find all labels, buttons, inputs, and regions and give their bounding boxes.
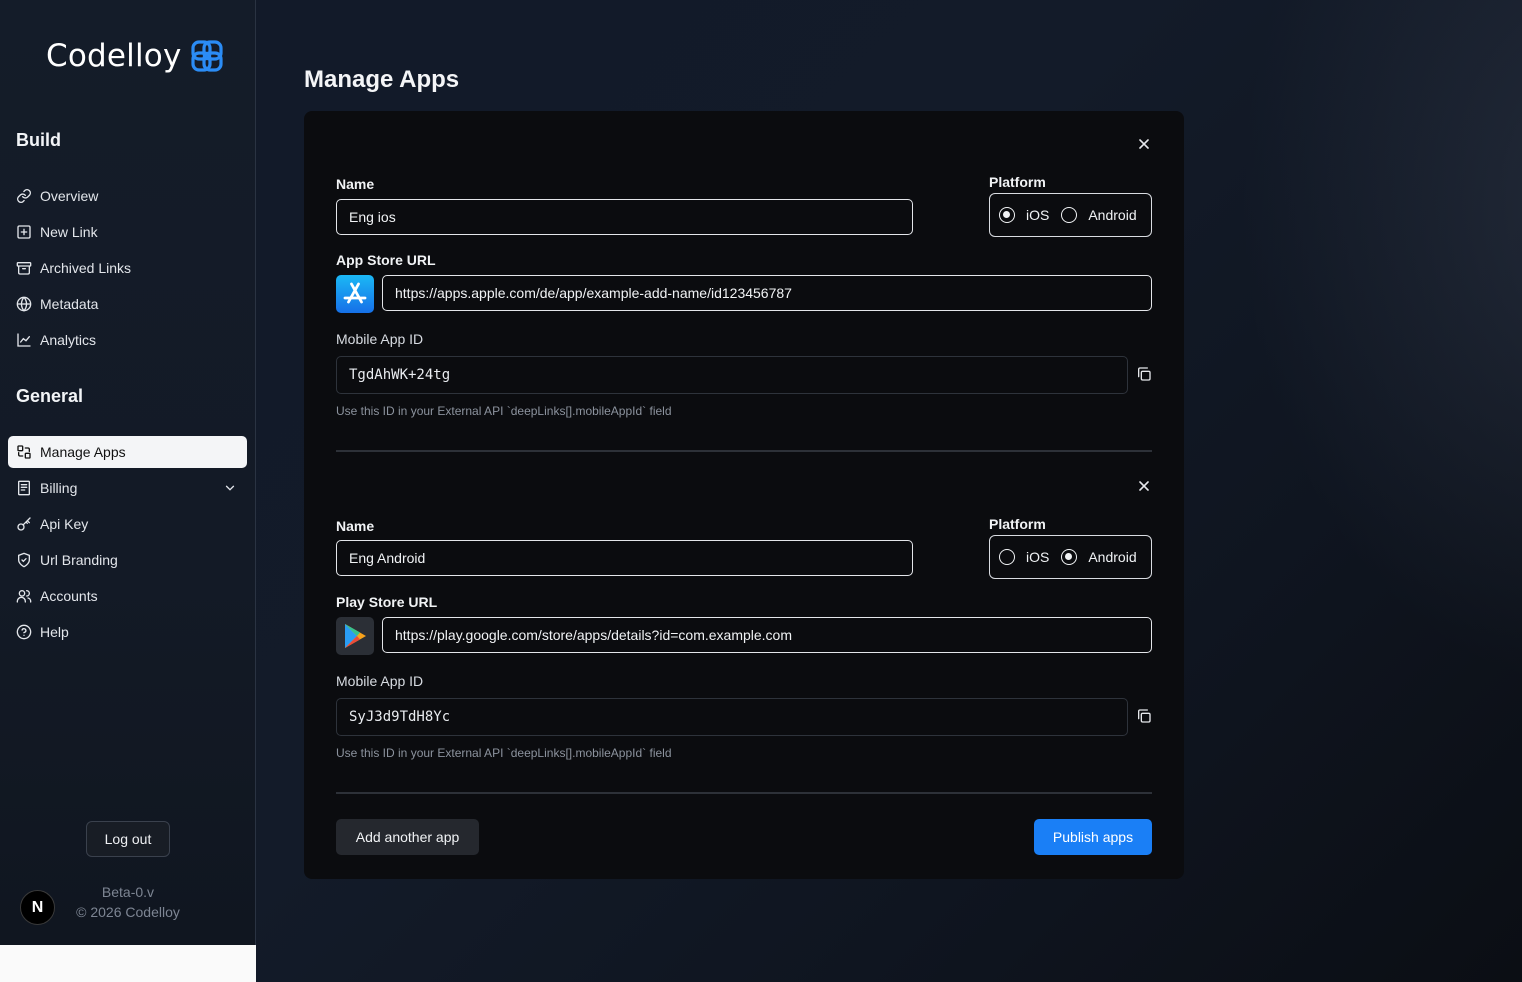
play-store-url-label: Play Store URL (336, 594, 438, 610)
mobile-app-id-hint: Use this ID in your External API `deepLi… (336, 404, 672, 418)
sidebar-item-label: Url Branding (40, 552, 118, 568)
help-circle-icon (16, 624, 32, 640)
sidebar-item-archived-links[interactable]: Archived Links (8, 252, 247, 284)
mobile-app-id-hint: Use this ID in your External API `deepLi… (336, 746, 672, 760)
mobile-app-id-field[interactable]: TgdAhWK+24tg (336, 356, 1128, 394)
sidebar-item-label: Manage Apps (40, 444, 126, 460)
radio-ios-label: iOS (1026, 207, 1050, 223)
sidebar-item-api-key[interactable]: Api Key (8, 508, 247, 540)
logout-button[interactable]: Log out (86, 821, 170, 857)
chevron-down-icon[interactable] (223, 481, 237, 495)
play-store-url-input[interactable]: https://play.google.com/store/apps/detai… (382, 617, 1152, 653)
app-name-input[interactable]: Eng Android (336, 540, 913, 576)
sidebar-item-label: Help (40, 624, 69, 640)
copy-icon[interactable] (1136, 708, 1152, 724)
radio-android-label: Android (1088, 549, 1137, 565)
globe-icon (16, 296, 32, 312)
sidebar-item-label: Overview (40, 188, 99, 204)
play-store-icon (336, 617, 374, 655)
receipt-icon (18, 480, 30, 496)
version-label: Beta-0.v (101, 884, 155, 900)
apps-icon (17, 445, 31, 459)
sidebar-item-new-link[interactable]: New Link (8, 216, 247, 248)
app-store-icon (336, 275, 374, 313)
radio-android[interactable] (1061, 207, 1078, 223)
copyright-label: © 2026 Codelloy (76, 904, 180, 920)
radio-ios[interactable] (999, 207, 1015, 223)
archive-icon (16, 262, 32, 275)
mobile-app-id-field[interactable]: SyJ3d9TdH8Yc (336, 698, 1128, 736)
section-title-general: General (16, 386, 84, 406)
sidebar: Codelloy Build Overview New Link Archive… (0, 0, 256, 945)
remove-app-close-icon[interactable] (1136, 478, 1152, 494)
app-name-label: Name (336, 518, 375, 534)
sidebar-item-label: Billing (40, 480, 78, 496)
section-divider (336, 450, 1152, 452)
sidebar-item-label: Metadata (40, 296, 99, 312)
sidebar-item-analytics[interactable]: Analytics (8, 324, 247, 356)
sidebar-item-manage-apps[interactable]: Manage Apps (8, 436, 247, 468)
users-icon (16, 590, 32, 603)
version-info: Beta-0.v © 2026 Codelloy (72, 882, 184, 922)
remove-app-close-icon[interactable] (1136, 136, 1152, 152)
mobile-app-id-label: Mobile App ID (336, 331, 424, 347)
sidebar-item-metadata[interactable]: Metadata (8, 288, 247, 320)
sidebar-item-label: Archived Links (40, 260, 132, 276)
mobile-app-id-label: Mobile App ID (336, 673, 424, 689)
link-icon (17, 189, 31, 203)
radio-android[interactable] (1061, 549, 1078, 565)
plus-square-icon (17, 225, 31, 239)
platform-label: Platform (989, 516, 1046, 532)
sidebar-item-label: New Link (40, 224, 98, 240)
key-icon (17, 517, 31, 531)
platform-radio-group: iOS Android (989, 535, 1152, 579)
radio-ios-label: iOS (1026, 549, 1050, 565)
sidebar-item-url-branding[interactable]: Url Branding (8, 544, 247, 576)
avatar[interactable]: N (20, 890, 55, 925)
page-title: Manage Apps (304, 66, 460, 93)
shield-check-icon (18, 552, 30, 568)
logo-knot-icon (190, 40, 223, 72)
copy-icon[interactable] (1136, 366, 1152, 382)
radio-android-label: Android (1088, 207, 1137, 223)
section-divider (336, 792, 1152, 794)
line-chart-icon (17, 333, 31, 347)
sidebar-item-label: Analytics (40, 332, 97, 348)
sidebar-item-label: Accounts (40, 588, 98, 604)
app-name-input[interactable]: Eng ios (336, 199, 913, 235)
add-another-app-button[interactable]: Add another app (336, 819, 479, 855)
brand-logo[interactable]: Codelloy (46, 38, 224, 74)
brand-name: Codelloy (46, 38, 182, 74)
sidebar-item-billing[interactable]: Billing (8, 472, 247, 504)
sidebar-item-label: Api Key (40, 516, 89, 532)
publish-apps-button[interactable]: Publish apps (1034, 819, 1152, 855)
app-store-url-label: App Store URL (336, 252, 436, 268)
sidebar-item-help[interactable]: Help (8, 616, 247, 648)
sidebar-item-overview[interactable]: Overview (8, 180, 247, 212)
sidebar-item-accounts[interactable]: Accounts (8, 580, 247, 612)
app-name-label: Name (336, 176, 375, 192)
section-title-build: Build (16, 130, 61, 150)
app-store-url-input[interactable]: https://apps.apple.com/de/app/example-ad… (382, 275, 1152, 311)
radio-ios[interactable] (999, 549, 1015, 565)
platform-radio-group: iOS Android (989, 193, 1152, 237)
platform-label: Platform (989, 174, 1046, 190)
sidebar-footer-strip (0, 945, 256, 982)
